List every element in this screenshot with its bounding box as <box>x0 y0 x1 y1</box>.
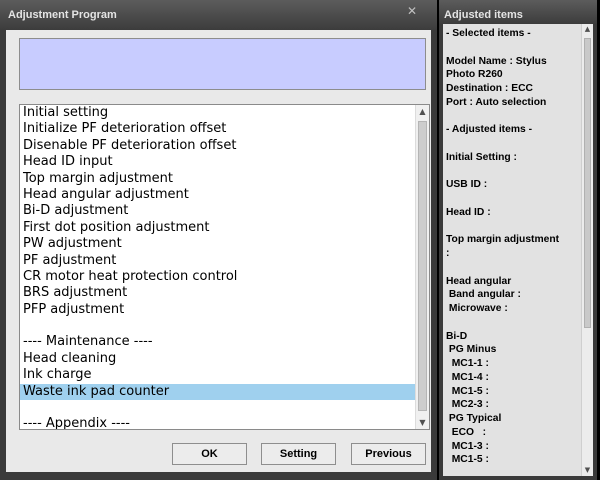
list-item[interactable]: Initialize PF deterioration offset <box>20 121 415 137</box>
adjusted-item-line: Top margin adjustment <box>446 234 560 246</box>
adjusted-item-line: Initial Setting : <box>446 151 517 163</box>
adjusted-items-lines: - Selected items - Model Name : Stylus Pho… <box>446 27 581 467</box>
adjusted-item-line: - Selected items - <box>446 28 531 39</box>
adjusted-item-line: MC1-3 : <box>446 440 489 452</box>
adjusted-item-line <box>446 316 581 330</box>
previous-button[interactable]: Previous <box>351 443 426 465</box>
list-item[interactable]: Disenable PF deterioration offset <box>20 138 415 154</box>
panel-scrollbar[interactable]: ▲ ▼ <box>581 24 593 476</box>
list-item[interactable]: Initial setting <box>20 105 415 121</box>
adjusted-items-window: Adjusted items - Selected items - Model N… <box>439 0 597 480</box>
list-item[interactable]: Ink charge <box>20 367 415 383</box>
list-item[interactable]: Top margin adjustment <box>20 171 415 187</box>
list-item[interactable]: ---- Appendix ---- <box>20 416 415 429</box>
adjusted-item-line <box>446 261 581 275</box>
adjusted-item-line <box>446 192 581 206</box>
close-icon[interactable]: ✕ <box>395 4 429 18</box>
scroll-down-icon[interactable]: ▼ <box>416 416 429 429</box>
adjusted-item-line: Head ID : <box>446 206 491 218</box>
adjusted-item-line: Head angular <box>446 275 512 287</box>
list-item[interactable]: BRS adjustment <box>20 285 415 301</box>
list-item[interactable]: PW adjustment <box>20 236 415 252</box>
list-scrollbar[interactable]: ▲ ▼ <box>415 105 429 429</box>
list-item[interactable]: Head angular adjustment <box>20 187 415 203</box>
adjusted-item-line: Port : Auto selection <box>446 96 547 108</box>
adjusted-item-line: Band angular : <box>446 289 521 301</box>
adjusted-item-line: MC1-5 : <box>446 385 489 397</box>
adjusted-item-line: PG Typical <box>446 413 502 424</box>
adjustment-program-window: Adjustment Program ✕ Initial setting Init… <box>0 0 437 480</box>
adjusted-item-line: Microwave : <box>446 303 508 314</box>
adjusted-item-line: - Adjusted items - <box>446 124 533 136</box>
list-item <box>20 318 415 334</box>
adjusted-item-line <box>446 165 581 179</box>
adjusted-item-line <box>446 220 581 234</box>
panel-scroll-thumb[interactable] <box>584 38 591 328</box>
setting-button[interactable]: Setting <box>261 443 336 465</box>
adjusted-item-line <box>446 41 581 55</box>
adjusted-item-line: MC1-1 : <box>446 358 489 369</box>
panel-scroll-up-icon[interactable]: ▲ <box>582 24 593 35</box>
adjustment-program-client: Initial setting Initialize PF deteriorati… <box>6 30 431 472</box>
adjusted-item-line: USB ID : <box>446 179 488 191</box>
adjusted-item-line <box>446 110 581 124</box>
adjusted-item-line: Bi-D <box>446 330 468 342</box>
list-item[interactable]: Head ID input <box>20 154 415 170</box>
panel-title: Adjusted items <box>444 9 523 21</box>
list-item[interactable]: Bi-D adjustment <box>20 203 415 219</box>
list-item[interactable]: Head cleaning <box>20 351 415 367</box>
adjusted-items-titlebar[interactable]: Adjusted items <box>439 0 597 24</box>
list-items-container: Initial setting Initialize PF deteriorati… <box>20 105 415 429</box>
info-display-box <box>19 38 426 90</box>
adjusted-items-panel: - Selected items - Model Name : Stylus Pho… <box>443 24 593 476</box>
adjusted-item-line: MC1-5 : <box>446 454 489 466</box>
list-item[interactable]: Waste ink pad counter <box>20 383 415 401</box>
list-item[interactable]: CR motor heat protection control <box>20 269 415 285</box>
adjusted-item-line <box>446 137 581 151</box>
adjusted-item-line: Photo R260 <box>446 69 503 81</box>
list-item <box>20 400 415 416</box>
window-title: Adjustment Program <box>8 9 117 21</box>
list-item[interactable]: ---- Maintenance ---- <box>20 334 415 350</box>
panel-scroll-down-icon[interactable]: ▼ <box>582 465 593 476</box>
adjusted-item-line: Model Name : Stylus <box>446 55 547 67</box>
ok-button[interactable]: OK <box>172 443 247 465</box>
adjusted-item-line: MC1-4 : <box>446 371 489 383</box>
scroll-thumb[interactable] <box>418 121 427 411</box>
adjusted-item-line: PG Minus <box>446 344 497 356</box>
list-item[interactable]: First dot position adjustment <box>20 220 415 236</box>
adjustment-program-titlebar[interactable]: Adjustment Program ✕ <box>0 0 437 30</box>
scroll-up-icon[interactable]: ▲ <box>416 105 429 118</box>
adjusted-item-line: Destination : ECC <box>446 83 533 94</box>
list-item[interactable]: PFP adjustment <box>20 302 415 318</box>
list-item[interactable]: PF adjustment <box>20 253 415 269</box>
adjusted-item-line: ECO : <box>446 426 487 438</box>
adjusted-item-line: MC2-3 : <box>446 399 489 411</box>
adjusted-item-line: : <box>446 248 450 259</box>
adjustment-items-list[interactable]: Initial setting Initialize PF deteriorati… <box>19 104 430 430</box>
